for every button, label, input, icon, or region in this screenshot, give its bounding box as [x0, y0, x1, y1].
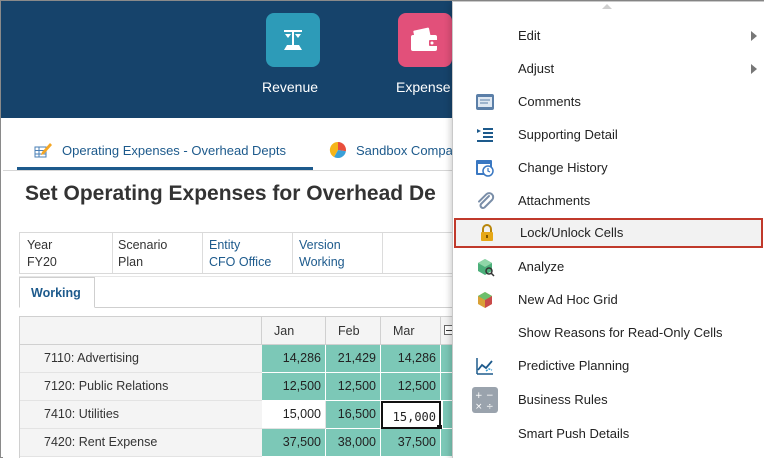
pov-year-value: FY20 — [27, 255, 57, 269]
menu-item-comments[interactable]: Comments — [453, 87, 764, 117]
grid-cell[interactable]: 38,000 — [326, 429, 381, 457]
menu-item-analyze[interactable]: Analyze — [453, 252, 764, 282]
menu-item-smart-push-details[interactable]: Smart Push Details — [453, 419, 764, 449]
column-header-feb[interactable]: Feb — [326, 317, 381, 345]
grid-cell[interactable]: 21,429 — [326, 345, 381, 373]
menu-item-change-history[interactable]: Change History — [453, 153, 764, 183]
grid-cell[interactable]: 37,500 — [381, 429, 441, 457]
menu-item-label: Adjust — [518, 61, 555, 76]
svg-text:−: − — [486, 391, 494, 401]
pov-entity[interactable]: Entity CFO Office — [209, 237, 271, 271]
menu-item-label: Edit — [518, 28, 541, 43]
comment-icon — [475, 92, 495, 112]
pov-entity-label[interactable]: Entity — [209, 237, 271, 254]
menu-item-predictive-planning[interactable]: Predictive Planning — [453, 351, 764, 381]
grid-cell[interactable]: 16,500 — [326, 401, 381, 429]
submenu-arrow-icon — [751, 64, 757, 74]
pov-year: Year FY20 — [27, 237, 57, 271]
page-tab-bar: Working — [19, 276, 459, 308]
tab-operating-expenses[interactable]: Operating Expenses - Overhead Depts — [33, 139, 286, 161]
tab-sandbox[interactable]: Sandbox Compa — [329, 139, 453, 161]
grid-cell[interactable]: 15,000 — [262, 401, 326, 429]
pov-scenario-value: Plan — [118, 255, 144, 269]
calculator-icon: + − × ÷ — [472, 387, 498, 413]
grid-cell[interactable]: 14,286 — [262, 345, 326, 373]
grid-cell[interactable]: 37,500 — [262, 429, 326, 457]
menu-item-label: Smart Push Details — [518, 426, 630, 441]
row-label-advertising: 7110: Advertising — [20, 345, 262, 373]
trend-chart-icon — [475, 356, 495, 376]
menu-item-label: Show Reasons for Read-Only Cells — [518, 325, 723, 340]
column-header-jan[interactable]: Jan — [262, 317, 326, 345]
menu-item-label: Business Rules — [518, 392, 608, 407]
grid-cell[interactable]: 12,500 — [326, 373, 381, 401]
lock-icon — [477, 223, 497, 243]
menu-item-label: New Ad Hoc Grid — [518, 292, 618, 307]
pov-scenario: Scenario Plan — [118, 237, 167, 271]
pov-separator — [382, 233, 383, 273]
menu-item-new-ad-hoc-grid[interactable]: New Ad Hoc Grid — [453, 285, 764, 315]
svg-text:×: × — [475, 402, 483, 412]
pov-scenario-label: Scenario — [118, 238, 168, 252]
scroll-up-icon[interactable] — [602, 4, 612, 9]
menu-item-lock-unlock-cells[interactable]: Lock/Unlock Cells — [454, 218, 763, 248]
data-grid: Jan Feb Mar 7110: Advertising 14,286 21,… — [19, 316, 459, 458]
grid-cell[interactable]: 12,500 — [381, 373, 441, 401]
menu-item-label: Change History — [518, 160, 608, 175]
page-title: Set Operating Expenses for Overhead De — [25, 182, 436, 205]
revenue-tile[interactable] — [266, 13, 320, 67]
row-label-rent-expense: 7420: Rent Expense — [20, 429, 262, 457]
pov-separator — [202, 233, 203, 273]
tab-sandbox-label: Sandbox Compa — [356, 142, 453, 158]
ad-hoc-grid-icon — [475, 290, 495, 310]
expense-tile-label[interactable]: Expense — [396, 79, 450, 95]
svg-text:+: + — [475, 391, 483, 401]
supporting-detail-icon — [475, 125, 495, 145]
menu-item-edit[interactable]: Edit — [453, 21, 764, 51]
pov-separator — [112, 233, 113, 273]
analyze-icon — [475, 257, 495, 277]
grid-corner-header — [20, 317, 262, 345]
context-menu: Edit Adjust Comments Supporting Detail C… — [452, 1, 764, 458]
row-label-utilities: 7410: Utilities — [20, 401, 262, 429]
pov-version[interactable]: Version Working — [299, 237, 345, 271]
tab-operating-expenses-label: Operating Expenses - Overhead Depts — [62, 142, 287, 158]
revenue-tile-label[interactable]: Revenue — [262, 79, 318, 95]
pov-year-label: Year — [27, 238, 53, 252]
pov-version-value[interactable]: Working — [299, 254, 345, 271]
menu-item-label: Supporting Detail — [518, 127, 618, 142]
menu-item-label: Attachments — [518, 193, 591, 208]
pov-bar: Year FY20 Scenario Plan Entity CFO Offic… — [19, 232, 459, 274]
submenu-arrow-icon — [751, 31, 757, 41]
grid-cell-selected[interactable]: 15,000 — [381, 401, 442, 430]
menu-item-attachments[interactable]: Attachments — [453, 186, 764, 216]
pencil-grid-icon — [33, 141, 53, 159]
wallet-icon — [411, 27, 438, 51]
menu-item-label: Lock/Unlock Cells — [520, 225, 624, 240]
menu-item-adjust[interactable]: Adjust — [453, 54, 764, 84]
menu-item-business-rules[interactable]: + − × ÷ Business Rules — [453, 385, 764, 415]
svg-text:÷: ÷ — [486, 402, 494, 412]
grid-cell[interactable]: 14,286 — [381, 345, 441, 373]
menu-item-show-reasons-read-only[interactable]: Show Reasons for Read-Only Cells — [453, 318, 764, 348]
paperclip-icon — [475, 191, 495, 211]
history-icon — [475, 158, 495, 178]
menu-item-label: Analyze — [518, 259, 565, 274]
menu-item-label: Predictive Planning — [518, 358, 630, 373]
menu-item-supporting-detail[interactable]: Supporting Detail — [453, 120, 764, 150]
expense-tile[interactable] — [398, 13, 452, 67]
scale-icon — [284, 30, 302, 50]
pov-entity-value[interactable]: CFO Office — [209, 254, 271, 271]
grid-cell[interactable]: 12,500 — [262, 373, 326, 401]
pov-version-label[interactable]: Version — [299, 237, 345, 254]
menu-item-label: Comments — [518, 94, 581, 109]
pie-chart-icon — [329, 141, 347, 159]
pov-separator — [292, 233, 293, 273]
column-header-mar[interactable]: Mar — [381, 317, 441, 345]
row-label-public-relations: 7120: Public Relations — [20, 373, 262, 401]
tab-working[interactable]: Working — [19, 277, 95, 308]
